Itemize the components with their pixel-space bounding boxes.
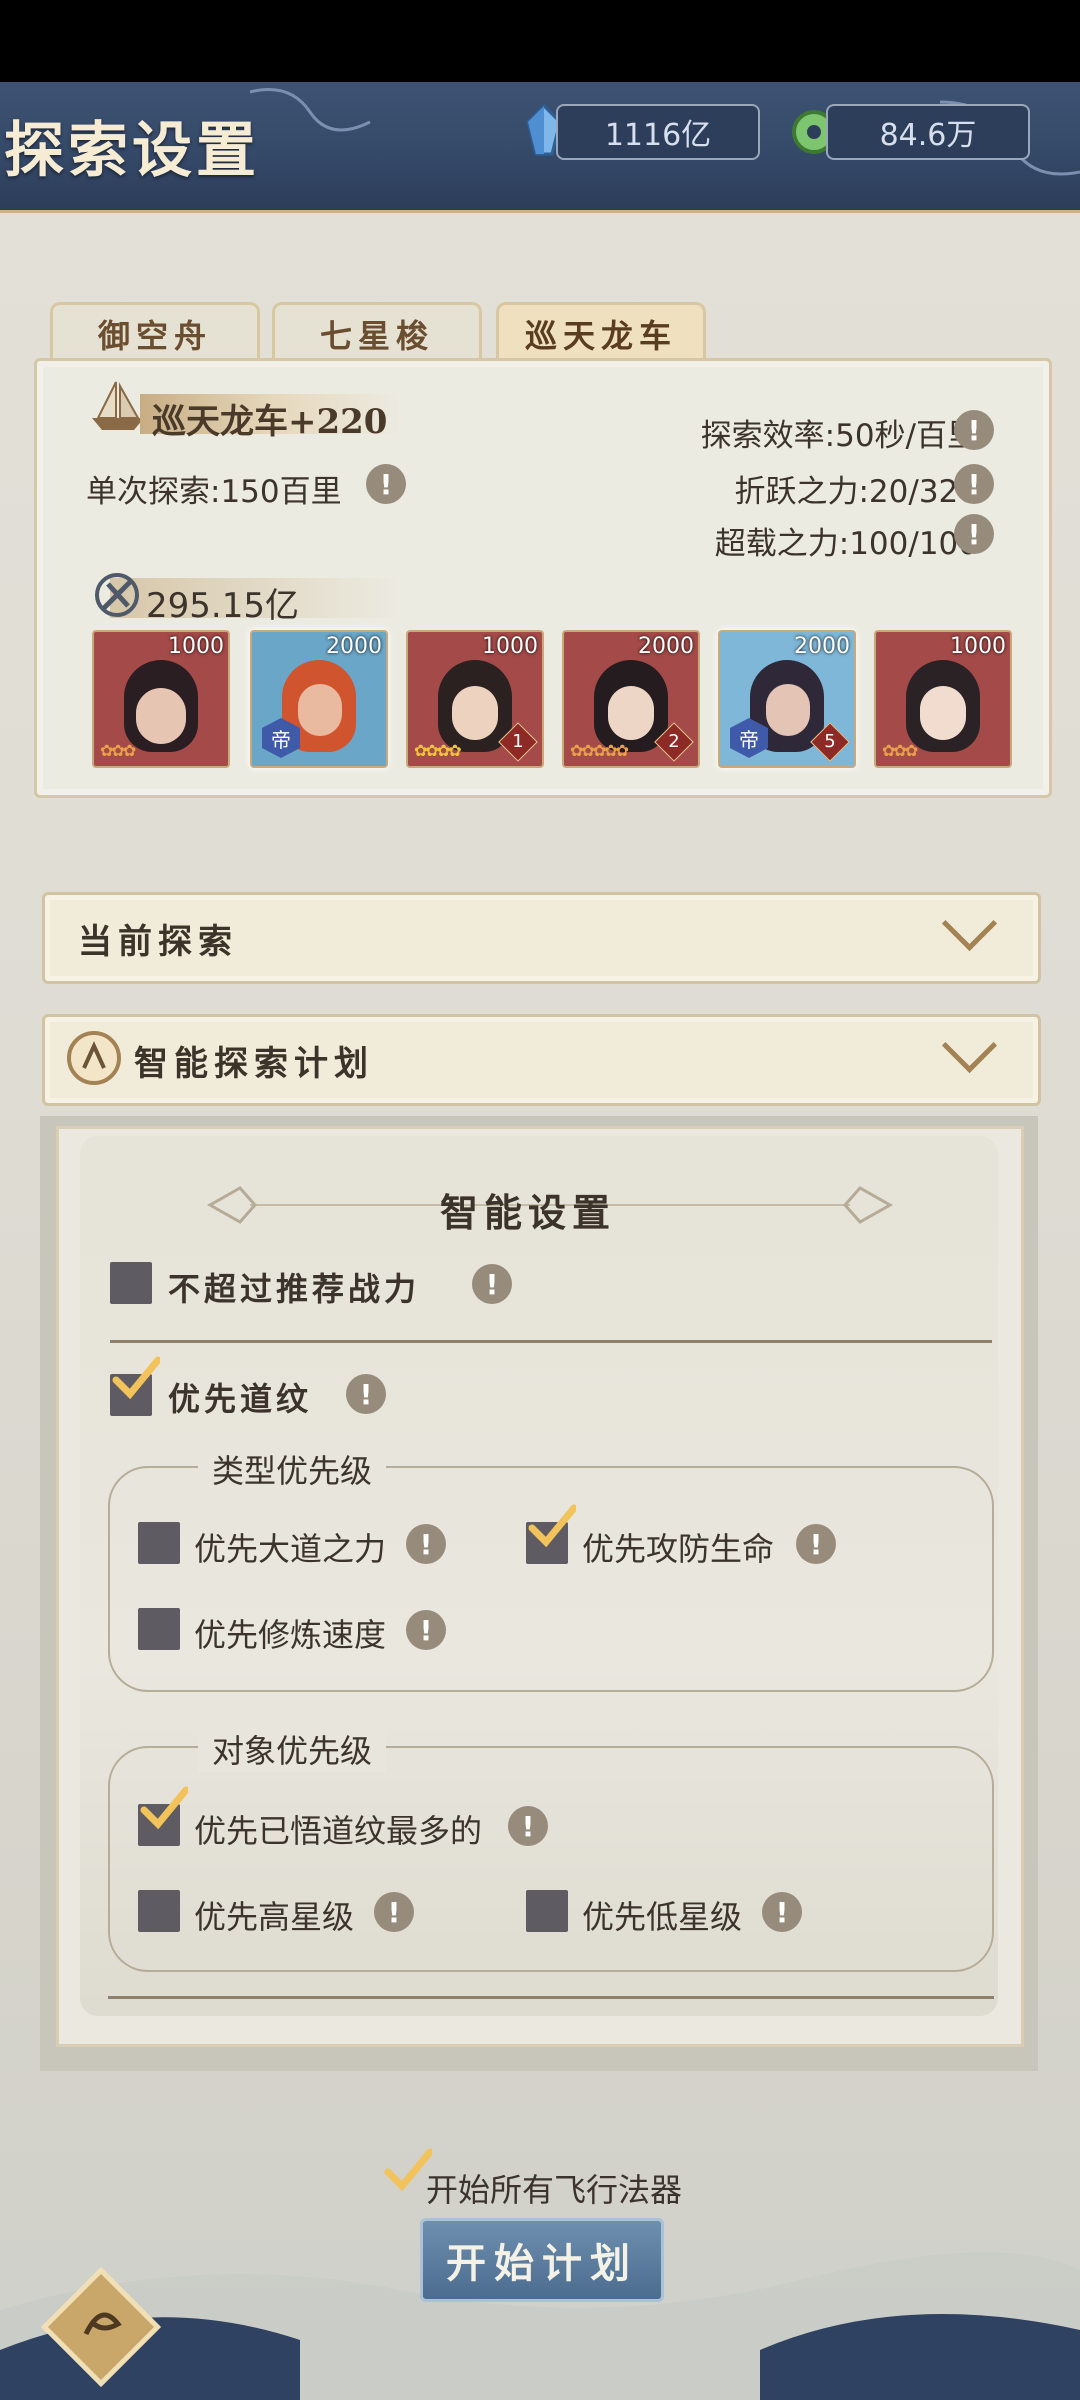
- divider: [110, 1340, 992, 1343]
- no-exceed-info-icon[interactable]: !: [472, 1264, 512, 1304]
- settings-title: 智能设置: [440, 1190, 617, 1235]
- combat-power-icon: [95, 573, 139, 617]
- current-explore-label: 当前探索: [78, 922, 238, 962]
- prefer-atk-def-hp-label: 优先攻防生命: [582, 1530, 775, 1568]
- prefer-high-star-label: 优先高星级: [194, 1898, 355, 1936]
- load-power-info-icon[interactable]: !: [954, 514, 994, 554]
- prefer-dao-power-checkbox[interactable]: [138, 1522, 180, 1564]
- hero-card[interactable]: 2000 帝 5: [718, 630, 856, 768]
- hero-card[interactable]: 2000 ✿✿✿✿✿ 2: [562, 630, 700, 768]
- hero-cost: 1000: [482, 634, 538, 659]
- load-power-text: 超载之力:100/100: [714, 526, 978, 562]
- hero-card[interactable]: 1000 ✿✿✿: [92, 630, 230, 768]
- start-plan-button[interactable]: 开始计划: [420, 2218, 664, 2302]
- prefer-most-dao-label: 优先已悟道纹最多的: [194, 1812, 483, 1850]
- hero-cost: 2000: [638, 634, 694, 659]
- checkmark-icon: [528, 1504, 576, 1548]
- hero-level-diamond: 1: [498, 722, 538, 762]
- prefer-cultivation-speed-checkbox[interactable]: [138, 1608, 180, 1650]
- vehicle-name: 巡天龙车+220: [152, 402, 388, 442]
- hero-card[interactable]: 2000 帝: [250, 630, 388, 768]
- hero-cost: 2000: [794, 634, 850, 659]
- type-priority-group: [108, 1466, 994, 1692]
- no-exceed-label: 不超过推荐战力: [168, 1270, 421, 1308]
- prefer-most-dao-info-icon[interactable]: !: [508, 1806, 548, 1846]
- combat-power-value: 295.15亿: [146, 586, 299, 626]
- hero-card[interactable]: 1000 ✿✿✿: [874, 630, 1012, 768]
- efficiency-text: 探索效率:50秒/百里: [700, 418, 978, 454]
- efficiency-info-icon[interactable]: !: [954, 410, 994, 450]
- start-all-label[interactable]: 开始所有飞行法器: [426, 2165, 682, 2211]
- single-explore-info-icon[interactable]: !: [366, 464, 406, 504]
- checkmark-icon: [112, 1356, 160, 1400]
- smart-plan-label: 智能探索计划: [134, 1044, 374, 1084]
- smart-plan-icon: [67, 1031, 121, 1085]
- hero-cost: 1000: [950, 634, 1006, 659]
- hero-stars: ✿✿✿✿: [414, 741, 462, 760]
- prefer-dao-info-icon[interactable]: !: [346, 1374, 386, 1414]
- type-priority-title: 类型优先级: [198, 1446, 387, 1492]
- no-exceed-checkbox[interactable]: [110, 1262, 152, 1304]
- tab-xuntianlongche[interactable]: 巡天龙车: [496, 302, 706, 363]
- hero-cost: 1000: [168, 634, 224, 659]
- leap-power-info-icon[interactable]: !: [954, 464, 994, 504]
- hero-cost: 2000: [326, 634, 382, 659]
- hero-card[interactable]: 1000 ✿✿✿✿ 1: [406, 630, 544, 768]
- hero-stars: ✿✿✿: [100, 741, 136, 760]
- back-diamond-icon[interactable]: [36, 2262, 166, 2392]
- prefer-dao-label: 优先道纹: [168, 1380, 313, 1418]
- jade-count: 84.6万: [826, 104, 1030, 160]
- checkmark-icon: [140, 1786, 188, 1830]
- hero-stars: ✿✿✿✿✿: [570, 741, 629, 760]
- leap-power-text: 折跃之力:20/320: [734, 474, 978, 510]
- hero-level-diamond: 2: [654, 722, 694, 762]
- checkmark-icon[interactable]: [384, 2148, 432, 2192]
- prefer-high-star-checkbox[interactable]: [138, 1890, 180, 1932]
- status-bar: [0, 0, 1080, 82]
- prefer-low-star-checkbox[interactable]: [526, 1890, 568, 1932]
- spirit-stone-count: 1116亿: [556, 104, 760, 160]
- prefer-cultivation-speed-label: 优先修炼速度: [194, 1616, 387, 1654]
- tab-yukongzhou[interactable]: 御空舟: [50, 302, 260, 363]
- page-title: 探索设置: [4, 116, 260, 186]
- hero-level-diamond: 5: [810, 722, 850, 762]
- hero-stars: ✿✿✿: [882, 741, 918, 760]
- tab-qixingsuo[interactable]: 七星梭: [272, 302, 482, 363]
- prefer-atk-def-hp-info-icon[interactable]: !: [796, 1524, 836, 1564]
- target-priority-title: 对象优先级: [198, 1726, 387, 1772]
- prefer-dao-power-label: 优先大道之力: [194, 1530, 387, 1568]
- prefer-low-star-info-icon[interactable]: !: [762, 1892, 802, 1932]
- prefer-low-star-label: 优先低星级: [582, 1898, 743, 1936]
- prefer-cultivation-speed-info-icon[interactable]: !: [406, 1610, 446, 1650]
- prefer-high-star-info-icon[interactable]: !: [374, 1892, 414, 1932]
- single-explore-text: 单次探索:150百里: [86, 474, 342, 510]
- target-priority-group: [108, 1746, 994, 1972]
- prefer-dao-power-info-icon[interactable]: !: [406, 1524, 446, 1564]
